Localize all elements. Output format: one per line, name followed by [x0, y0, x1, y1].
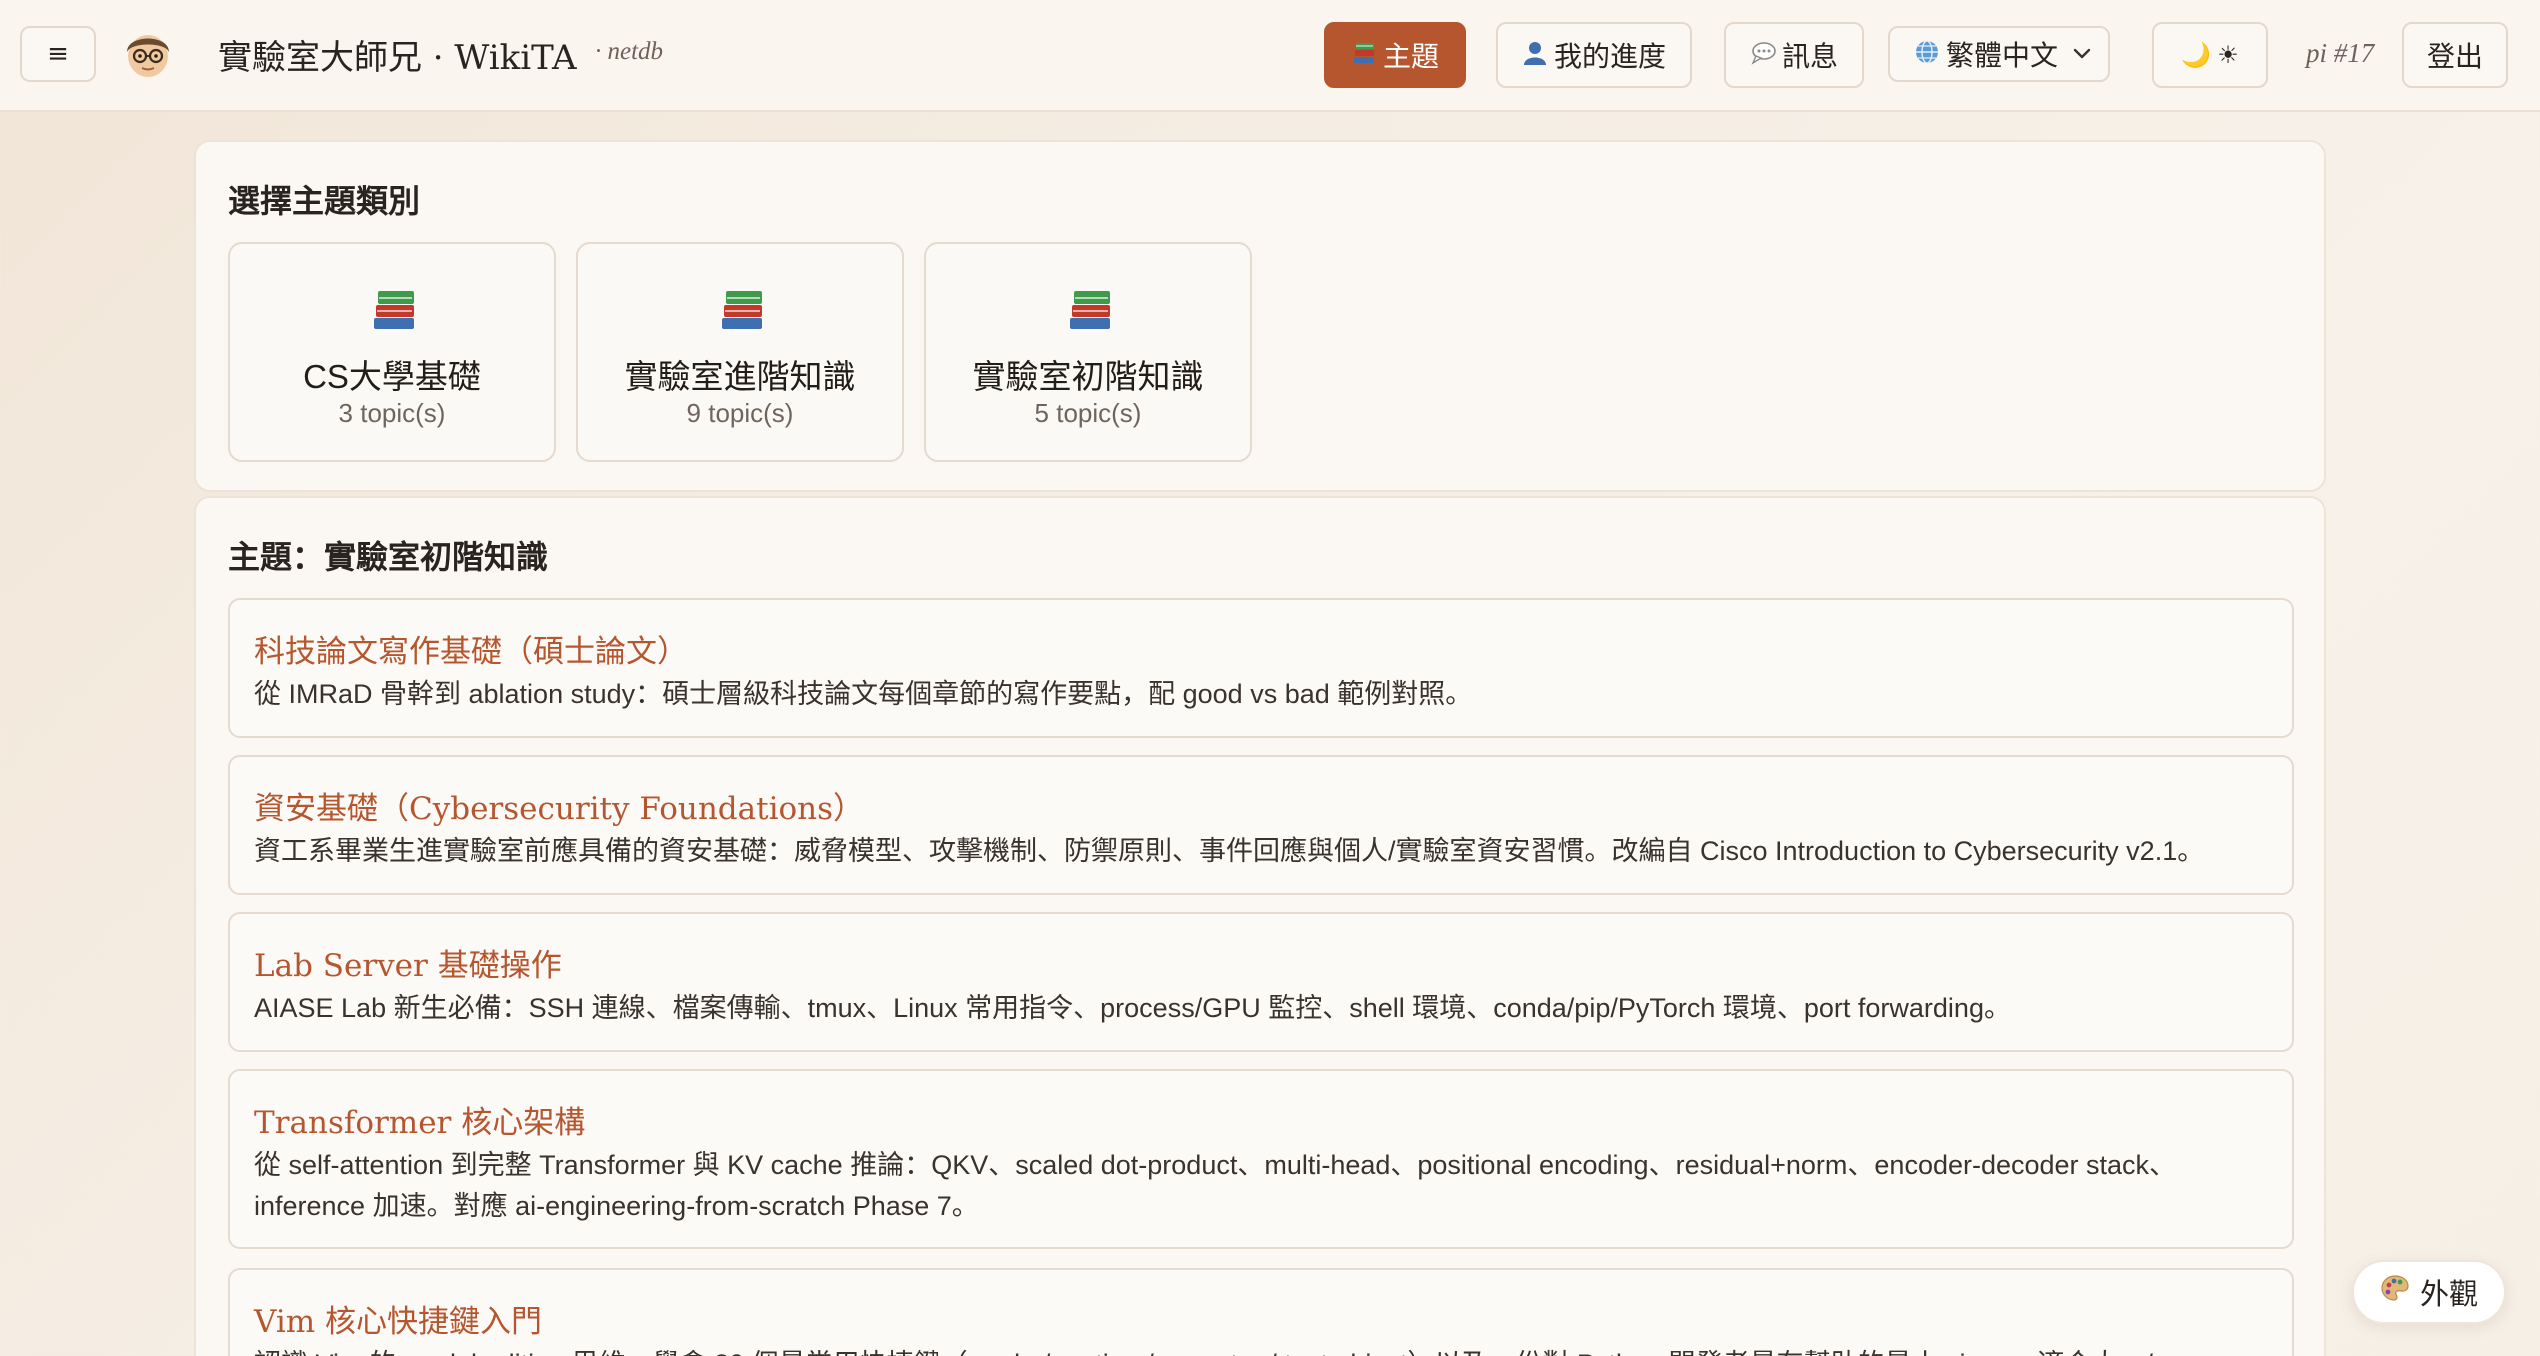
category-count: 3 topic(s)	[338, 398, 446, 428]
category-panel: 選擇主題類別 CS大學基礎 3 topic(s) 實驗室進階知識 9 topic…	[194, 140, 2326, 492]
site-title[interactable]: 實驗室大師兄 · WikiTA	[218, 30, 577, 79]
language-select[interactable]: 繁體中文	[1888, 26, 2110, 82]
appearance-button[interactable]: 外觀	[2352, 1260, 2506, 1324]
speech-bubble-icon	[1750, 40, 1776, 70]
topic-description: 從 self-attention 到完整 Transformer 與 KV ca…	[254, 1150, 2177, 1221]
user-label: pi #17	[2306, 38, 2375, 68]
topic-title[interactable]: 資安基礎（Cybersecurity Foundations）	[254, 783, 864, 828]
hamburger-icon: ≡	[47, 39, 69, 69]
nav-topics-label: 主題	[1382, 40, 1439, 73]
nav-topics-button[interactable]: 主題	[1324, 22, 1466, 88]
nav-progress-button[interactable]: 我的進度	[1496, 22, 1692, 88]
topic-title[interactable]: 科技論文寫作基礎（碩士論文）	[254, 626, 688, 671]
nav-progress-label: 我的進度	[1553, 40, 1666, 73]
course-label: · netdb	[595, 38, 664, 65]
appearance-label: 外觀	[2419, 1279, 2478, 1311]
topic-card[interactable]: 科技論文寫作基礎（碩士論文） 從 IMRaD 骨幹到 ablation stud…	[228, 598, 2294, 738]
moon-icon: 🌙	[2181, 41, 2212, 69]
topic-title[interactable]: Transformer 核心架構	[254, 1097, 585, 1142]
topic-description: 資工系畢業生進實驗室前應具備的資安基礎：威脅模型、攻擊機制、防禦原則、事件回應與…	[254, 836, 2205, 866]
topic-card[interactable]: Transformer 核心架構 從 self-attention 到完整 Tr…	[228, 1069, 2294, 1249]
category-card[interactable]: 實驗室初階知識 5 topic(s)	[924, 242, 1252, 462]
avatar-logo-icon[interactable]	[121, 26, 175, 80]
nav-messages-button[interactable]: 訊息	[1724, 22, 1864, 88]
topics-heading: 主題：實驗室初階知識	[228, 538, 549, 576]
books-icon	[1070, 291, 1110, 329]
logout-label: 登出	[2426, 40, 2483, 73]
category-count: 5 topic(s)	[1034, 398, 1142, 428]
topics-panel: 主題：實驗室初階知識 科技論文寫作基礎（碩士論文） 從 IMRaD 骨幹到 ab…	[194, 496, 2326, 1356]
category-heading: 選擇主題類別	[228, 182, 421, 220]
category-name: 實驗室進階知識	[624, 358, 856, 395]
books-icon	[1351, 40, 1377, 70]
category-card[interactable]: 實驗室進階知識 9 topic(s)	[576, 242, 904, 462]
topic-title[interactable]: Lab Server 基礎操作	[254, 940, 562, 985]
topic-card[interactable]: Lab Server 基礎操作 AIASE Lab 新生必備：SSH 連線、檔案…	[228, 912, 2294, 1052]
category-name: CS大學基礎	[303, 358, 481, 395]
topic-card[interactable]: 資安基礎（Cybersecurity Foundations） 資工系畢業生進實…	[228, 755, 2294, 895]
topic-title[interactable]: Vim 核心快捷鍵入門	[254, 1296, 542, 1341]
menu-toggle-button[interactable]: ≡	[20, 26, 96, 82]
palette-icon	[2380, 1273, 2410, 1311]
category-count: 9 topic(s)	[686, 398, 794, 428]
books-icon	[374, 291, 414, 329]
category-name: 實驗室初階知識	[972, 358, 1204, 395]
category-card[interactable]: CS大學基礎 3 topic(s)	[228, 242, 556, 462]
books-icon	[722, 291, 762, 329]
person-icon	[1522, 40, 1548, 70]
sun-icon: ☀	[2217, 41, 2239, 69]
nav-messages-label: 訊息	[1781, 40, 1838, 73]
topic-description: 從 IMRaD 骨幹到 ablation study：碩士層級科技論文每個章節的…	[254, 679, 1473, 709]
logout-button[interactable]: 登出	[2402, 22, 2508, 88]
language-select-value: 繁體中文	[1946, 39, 2059, 72]
topic-description: AIASE Lab 新生必備：SSH 連線、檔案傳輸、tmux、Linux 常用…	[254, 993, 2011, 1023]
topic-card[interactable]: Vim 核心快捷鍵入門 認識 Vim 的 modal editing 思維，學會…	[228, 1268, 2294, 1356]
chevron-down-icon	[2072, 40, 2092, 74]
globe-icon	[1914, 39, 1940, 69]
topic-description: 認識 Vim 的 modal editing 思維，學會 30 個最常用快捷鍵（…	[254, 1344, 2232, 1356]
theme-toggle-button[interactable]: 🌙 ☀	[2152, 22, 2268, 88]
top-bar: ≡ 實驗室大師兄 · WikiTA · netdb 主題 我的進度 訊息 繁體中…	[0, 0, 2540, 112]
